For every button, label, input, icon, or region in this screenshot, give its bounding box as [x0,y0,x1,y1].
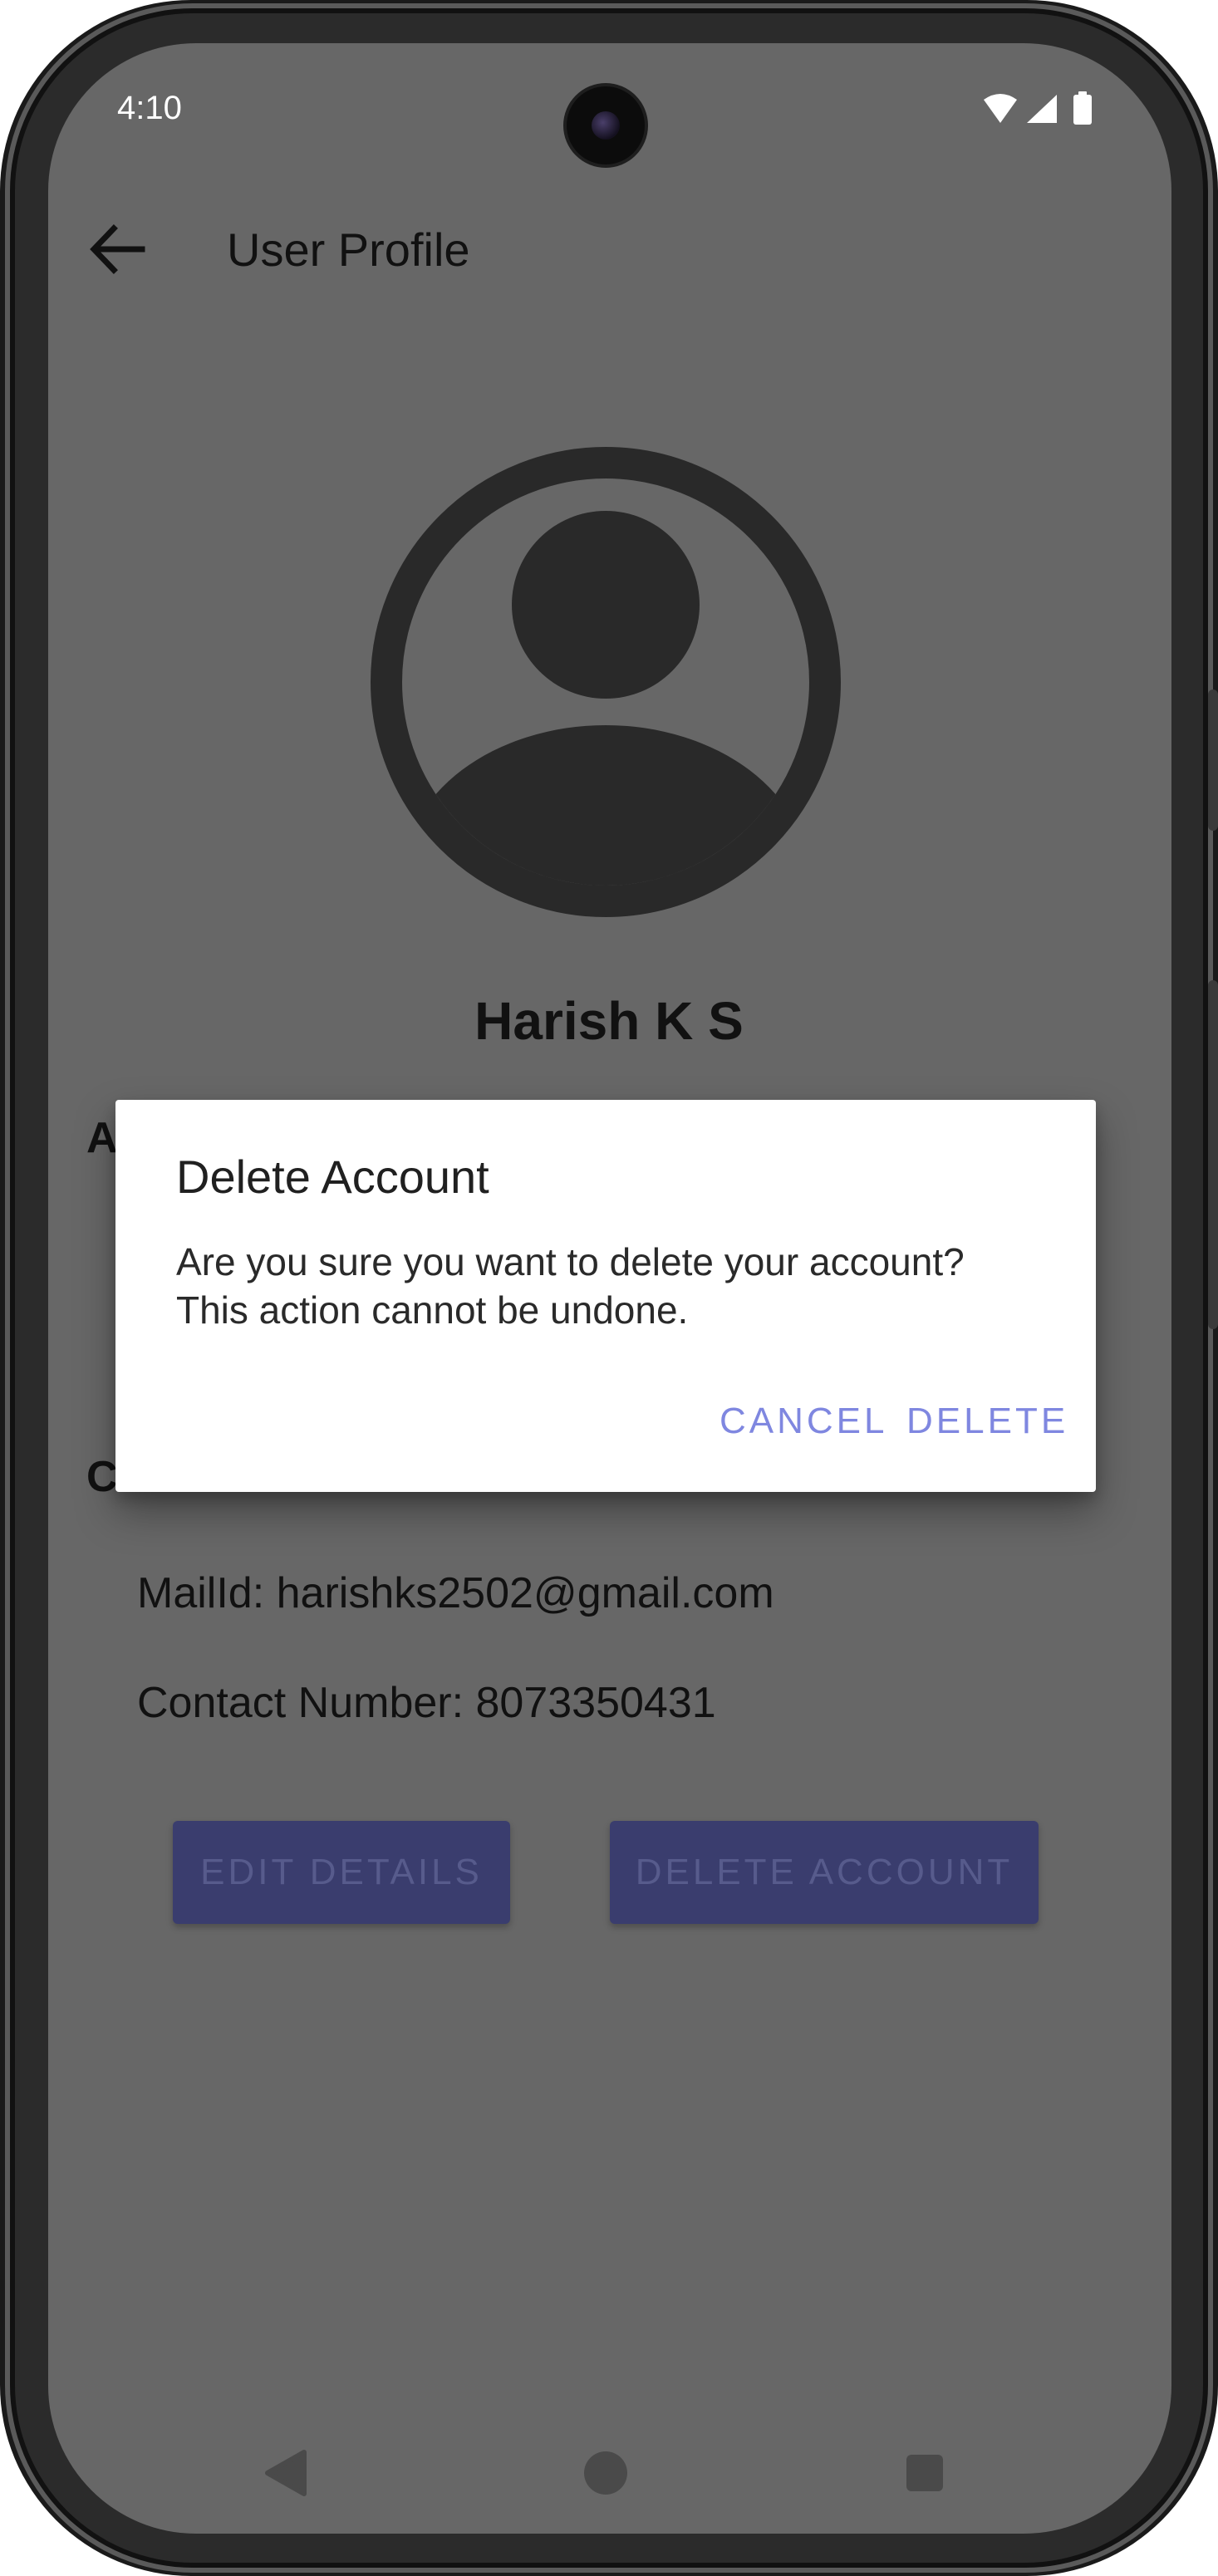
dialog-message: Are you sure you want to delete your acc… [176,1238,1040,1334]
status-icons [984,91,1092,125]
dialog-message-line-1: Are you sure you want to delete your acc… [176,1240,965,1283]
user-name: Harish K S [474,991,744,1051]
cancel-button[interactable]: CANCEL [720,1401,888,1442]
mail-id-text: MailId: harishks2502@gmail.com [137,1569,774,1617]
front-camera [567,86,645,164]
screen: 4:10 User Profile Harish K S A MailId: h… [48,43,1171,2534]
confirm-delete-button[interactable]: DELETE [906,1401,1068,1442]
power-button [1208,980,1218,1329]
nav-home-icon[interactable] [583,2451,628,2495]
phone-frame: 4:10 User Profile Harish K S A MailId: h… [0,0,1218,2576]
volume-button [1208,689,1218,831]
cellular-signal-icon [1027,95,1057,123]
account-circle-icon [371,447,841,917]
page-title: User Profile [227,223,470,276]
delete-account-button[interactable]: DELETE ACCOUNT [610,1821,1039,1924]
status-time: 4:10 [117,90,182,126]
dialog-message-line-2: This action cannot be undone. [176,1288,689,1332]
contact-number-text: Contact Number: 8073350431 [137,1679,716,1727]
dialog-title: Delete Account [176,1151,489,1203]
arrow-back-icon[interactable] [87,222,145,277]
nav-recents-icon[interactable] [906,2454,944,2492]
wifi-icon [984,94,1017,123]
nav-back-icon[interactable] [263,2449,307,2497]
account-heading: A [86,1114,118,1162]
battery-icon [1073,91,1092,125]
delete-account-dialog: Delete Account Are you sure you want to … [115,1100,1096,1492]
edit-details-button[interactable]: EDIT DETAILS [173,1821,510,1924]
